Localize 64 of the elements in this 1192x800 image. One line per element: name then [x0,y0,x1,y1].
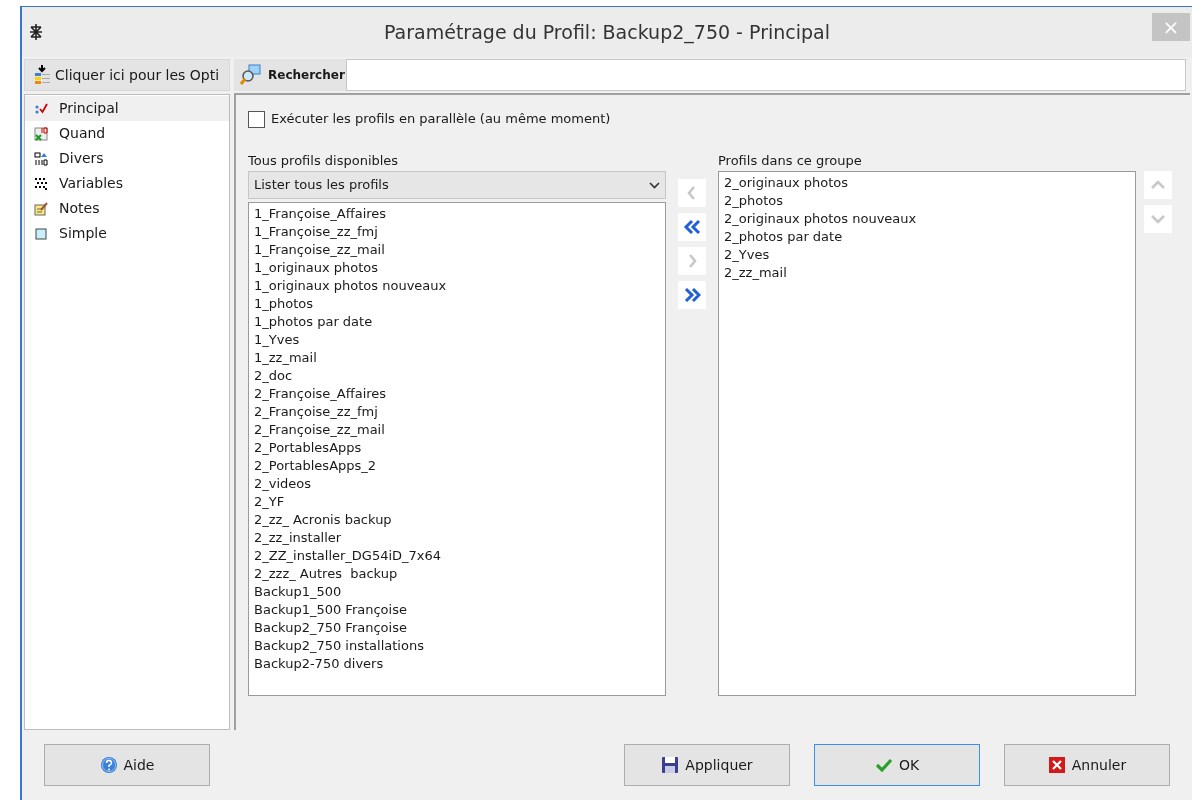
list-item[interactable]: 2_videos [254,475,660,493]
section-heading: Tous profils disponibles [248,152,400,169]
list-item[interactable]: 2_Françoise_Affaires [254,385,660,403]
options-button[interactable]: Cliquer ici pour les Opti [24,59,230,91]
filter-dropdown[interactable]: Lister tous les profils [248,171,666,199]
list-item[interactable]: 2_zz_ Acronis backup [254,511,660,529]
list-item[interactable]: 1_photos par date [254,313,660,331]
search-label: Rechercher [234,59,346,91]
chevron-down-icon [649,181,660,189]
list-item[interactable]: 2_zz_mail [724,264,1130,282]
list-item[interactable]: Backup2-750 divers [254,655,660,673]
list-item[interactable]: 2_originaux photos [724,174,1130,192]
search-icon [240,64,262,86]
sidebar-item[interactable]: Principal [25,96,229,121]
misc-icon [33,150,49,167]
list-item[interactable]: 2_Françoise_zz_fmj [254,403,660,421]
list-item[interactable]: 1_Françoise_zz_mail [254,241,660,259]
help-icon [99,756,118,774]
dialog-button[interactable]: Aide [44,744,210,786]
dialog-button[interactable]: Annuler [1004,744,1170,786]
checkbox[interactable] [248,110,265,128]
square-icon [33,225,49,242]
section-heading: Profils dans ce groupe [718,152,863,169]
list-item[interactable]: Backup1_500 Françoise [254,601,660,619]
double-chevron-right-icon [683,286,701,304]
profile-list[interactable]: 2_originaux photos 2_photos 2_originaux photos nouveaux 2_photos par date 2_Yves 2_zz_mail [718,171,1136,696]
list-item[interactable]: 2_PortablesApps [254,439,660,457]
search-field[interactable] [346,59,1186,91]
list-item[interactable]: 1_originaux photos nouveaux [254,277,660,295]
list-item[interactable]: 1_originaux photos [254,259,660,277]
list-item[interactable]: 2_PortablesApps_2 [254,457,660,475]
dialog-button[interactable]: Appliquer [624,744,790,786]
list-item[interactable]: Backup2_750 installations [254,637,660,655]
list-item[interactable]: 2_Yves [724,246,1130,264]
list-item[interactable]: Backup2_750 Françoise [254,619,660,637]
list-item[interactable]: 1_Yves [254,331,660,349]
list-item[interactable]: 2_zzz_ Autres backup [254,565,660,583]
list-item[interactable]: 1_Françoise_Affaires [254,205,660,223]
list-item[interactable]: 2_Françoise_zz_mail [254,421,660,439]
checkbox-label: Exécuter les profils en parallèle (au même moment) [271,110,611,129]
dots-grid-icon [33,175,49,192]
dialog-button[interactable]: OK [814,744,980,786]
list-item[interactable]: 2_ZZ_installer_DG54iD_7x64 [254,547,660,565]
profile-list[interactable] [248,202,666,696]
list-item[interactable]: 2_photos [724,192,1130,210]
list-item[interactable]: 1_Françoise_zz_fmj [254,223,660,241]
list-item[interactable]: 2_originaux photos nouveaux [724,210,1130,228]
double-chevron-left-icon [683,218,701,236]
list-download-icon [33,65,51,85]
app-icon [28,23,44,41]
list-item[interactable]: 2_photos par date [724,228,1130,246]
checkmark-icon [874,756,893,774]
list-item[interactable]: 1_photos [254,295,660,313]
list-item[interactable]: Backup1_500 [254,583,660,601]
window-title: Paramétrage du Profil: Backup2_750 - Principal [383,19,831,46]
note-icon [33,200,49,217]
list-item[interactable]: 2_zz_installer [254,529,660,547]
list-item[interactable]: 2_YF [254,493,660,511]
arrow-button[interactable] [678,213,706,241]
schedule-icon [33,125,49,142]
list-item[interactable]: 1_zz_mail [254,349,660,367]
arrow-button[interactable] [678,281,706,309]
list-item[interactable]: 2_doc [254,367,660,385]
cancel-icon [1047,756,1066,774]
